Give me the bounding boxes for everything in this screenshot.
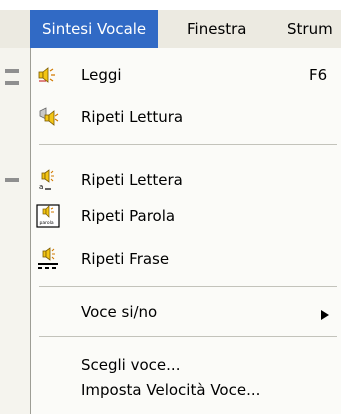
speaker-letter-icon: a — [36, 168, 60, 192]
menu-strumenti[interactable]: Strum — [275, 10, 341, 48]
background-glyph — [5, 81, 19, 85]
menu-separator — [39, 286, 337, 287]
menu-item-scegli-voce[interactable]: Scegli voce... — [31, 352, 341, 378]
menu-item-label: Leggi — [81, 66, 122, 84]
sintesi-vocale-dropdown: Leggi F6 Ripeti Lettura a Ripeti Lettera… — [30, 48, 341, 414]
menu-item-ripeti-parola[interactable]: parola Ripeti Parola — [31, 203, 341, 229]
menu-item-voce-si-no[interactable]: Voce si/no — [31, 299, 341, 325]
menu-bar: Sintesi Vocale Finestra Strum — [0, 10, 341, 49]
menu-item-leggi[interactable]: Leggi F6 — [31, 62, 341, 88]
menu-item-label: Ripeti Lettura — [81, 108, 184, 126]
menu-item-label: Ripeti Lettera — [81, 171, 183, 189]
menu-item-label: Voce si/no — [81, 303, 158, 321]
window-top-strip — [0, 0, 341, 10]
menu-item-ripeti-frase[interactable]: Ripeti Frase — [31, 246, 341, 272]
speaker-read-icon — [36, 63, 60, 87]
background-window-edge — [0, 48, 30, 414]
speaker-word-icon: parola — [36, 204, 60, 228]
menu-sintesi-vocale[interactable]: Sintesi Vocale — [30, 10, 159, 48]
speaker-repeat-icon — [36, 105, 60, 129]
menu-item-label: Ripeti Frase — [81, 250, 170, 268]
background-glyph — [5, 178, 19, 182]
speaker-phrase-icon — [36, 247, 60, 271]
icon-caption: parola — [40, 220, 54, 226]
background-glyph — [5, 69, 19, 73]
menu-item-ripeti-lettera[interactable]: a Ripeti Lettera — [31, 167, 341, 193]
menu-item-label: Ripeti Parola — [81, 207, 176, 225]
menu-finestra[interactable]: Finestra — [175, 10, 259, 48]
shortcut-label: F6 — [309, 66, 328, 84]
menu-item-imposta-velocita-voce[interactable]: Imposta Velocità Voce... — [31, 377, 341, 403]
menu-item-label: Imposta Velocità Voce... — [81, 381, 261, 399]
submenu-arrow-icon — [321, 306, 329, 324]
menu-item-label: Scegli voce... — [81, 356, 181, 374]
menu-separator — [39, 336, 337, 337]
menu-item-ripeti-lettura[interactable]: Ripeti Lettura — [31, 104, 341, 130]
menu-separator — [39, 144, 337, 145]
svg-text:a: a — [39, 183, 43, 191]
